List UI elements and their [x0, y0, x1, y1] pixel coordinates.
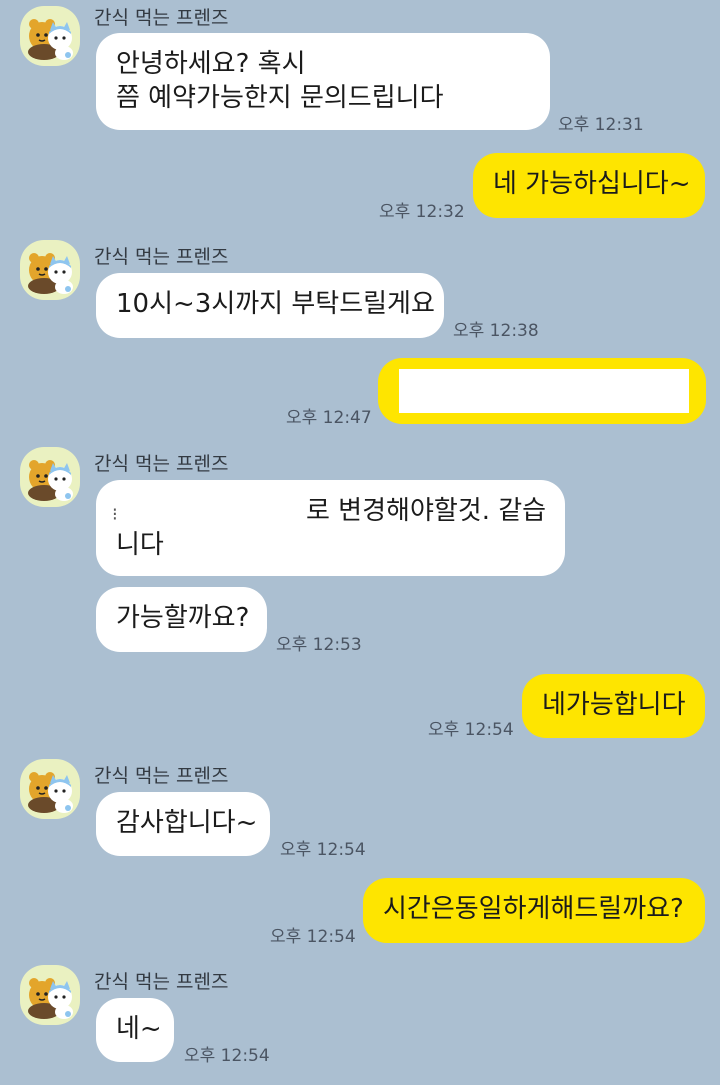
message-time: 오후 12:31: [558, 115, 644, 135]
message-time: 오후 12:54: [280, 840, 366, 860]
friends-characters-avatar-icon: [28, 460, 73, 501]
friends-characters-avatar-icon: [28, 978, 73, 1019]
message-time: 오후 12:54: [270, 927, 356, 947]
message-bubble[interactable]: 네 가능하십니다~: [473, 153, 705, 218]
sender-name: 간식 먹는 프렌즈: [94, 246, 229, 268]
message-text: 로 변경해야할것. 같습: [306, 496, 547, 526]
message-text: 네가능합니다: [542, 690, 686, 720]
sender-name: 간식 먹는 프렌즈: [94, 971, 229, 993]
message-time: 오후 12:32: [379, 202, 465, 222]
message-text: 니다: [116, 530, 164, 560]
message-text: 가능할까요?: [116, 603, 250, 633]
message-text: 안녕하세요? 혹시: [116, 49, 306, 79]
avatar[interactable]: [20, 240, 80, 300]
message-time: 오후 12:54: [184, 1046, 270, 1066]
redacted-content: [399, 369, 689, 413]
friends-characters-avatar-icon: [28, 772, 73, 813]
message-text: 네 가능하십니다~: [493, 169, 691, 199]
avatar[interactable]: [20, 6, 80, 66]
message-text: 감사합니다~: [116, 808, 258, 838]
message-bubble[interactable]: ⁝ 로 변경해야할것. 같습 니다: [96, 480, 565, 576]
sender-name: 간식 먹는 프렌즈: [94, 765, 229, 787]
message-bubble[interactable]: [378, 358, 706, 424]
message-bubble[interactable]: 가능할까요?: [96, 587, 267, 652]
message-text: 10시~3시까지 부탁드릴게요: [116, 289, 435, 319]
message-bubble[interactable]: 네가능합니다: [522, 674, 705, 738]
message-bubble[interactable]: 감사합니다~: [96, 792, 270, 856]
avatar[interactable]: [20, 759, 80, 819]
avatar[interactable]: [20, 447, 80, 507]
message-time: 오후 12:54: [428, 720, 514, 740]
message-bubble[interactable]: 네~: [96, 998, 174, 1062]
avatar[interactable]: [20, 965, 80, 1025]
message-bubble[interactable]: 10시~3시까지 부탁드릴게요: [96, 273, 444, 338]
friends-characters-avatar-icon: [28, 19, 73, 60]
friends-characters-avatar-icon: [28, 253, 73, 294]
sender-name: 간식 먹는 프렌즈: [94, 7, 229, 29]
message-bubble[interactable]: 안녕하세요? 혹시 쯤 예약가능한지 문의드립니다: [96, 33, 550, 130]
message-text: 쯤 예약가능한지 문의드립니다: [116, 83, 444, 113]
message-bubble[interactable]: 시간은동일하게해드릴까요?: [363, 878, 705, 943]
message-time: 오후 12:53: [276, 635, 362, 655]
message-time: 오후 12:47: [286, 408, 372, 428]
message-text: 네~: [116, 1014, 162, 1044]
sender-name: 간식 먹는 프렌즈: [94, 453, 229, 475]
message-time: 오후 12:38: [453, 321, 539, 341]
message-text: 시간은동일하게해드릴까요?: [383, 894, 684, 924]
redaction-mark: ⁝: [112, 504, 118, 525]
